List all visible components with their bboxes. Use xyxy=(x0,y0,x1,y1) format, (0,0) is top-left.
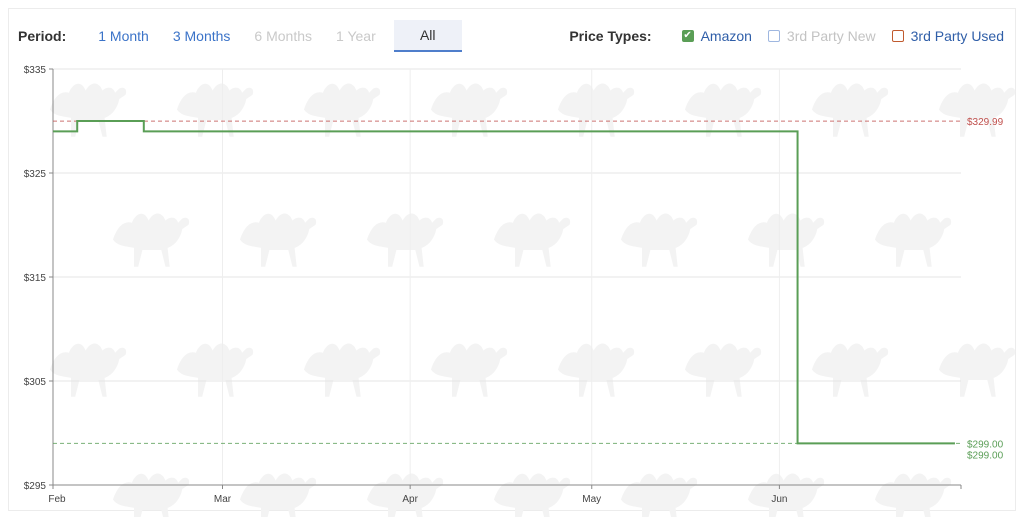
camel-icon xyxy=(939,83,1016,137)
camel-icon xyxy=(558,83,635,137)
camel-icon xyxy=(812,83,889,137)
period-1-month[interactable]: 1 Month xyxy=(86,21,161,51)
period-label: Period: xyxy=(18,28,67,44)
reference-line-label: $299.00 xyxy=(967,439,1004,450)
camel-icon xyxy=(50,83,127,137)
camel-watermark xyxy=(50,83,1016,517)
camel-icon xyxy=(113,213,190,267)
amazon-label: Amazon xyxy=(700,28,752,44)
price-types-selector: Price Types: ✔ Amazon 3rd Party New 3rd … xyxy=(569,20,1004,52)
period-3-months[interactable]: 3 Months xyxy=(161,21,243,51)
3rd-party-new-label: 3rd Party New xyxy=(786,28,876,44)
camel-icon xyxy=(875,213,952,267)
camel-icon xyxy=(113,473,190,517)
y-tick-label: $315 xyxy=(24,273,47,284)
3rd-party-used-label: 3rd Party Used xyxy=(910,28,1004,44)
camel-icon xyxy=(621,213,698,267)
period-all[interactable]: All xyxy=(393,20,462,52)
x-tick-label: Apr xyxy=(402,494,418,505)
camel-icon xyxy=(621,473,698,517)
reference-lines xyxy=(53,120,961,444)
y-tick-label: $325 xyxy=(24,169,47,180)
camel-icon xyxy=(304,343,381,397)
period-1-year[interactable]: 1 Year xyxy=(324,21,388,51)
chart-toolbar: Period: 1 Month 3 Months 6 Months 1 Year… xyxy=(18,20,1008,52)
3rd-party-new-checkbox[interactable] xyxy=(767,30,780,42)
x-tick-label: Mar xyxy=(214,494,232,505)
amazon-checkbox[interactable]: ✔ xyxy=(681,30,694,42)
camel-icon xyxy=(431,343,508,397)
y-tick-label: $335 xyxy=(24,65,47,76)
camel-icon xyxy=(304,83,381,137)
camel-icon xyxy=(685,83,762,137)
price-type-amazon[interactable]: ✔ Amazon xyxy=(681,28,752,44)
camel-icon xyxy=(177,343,254,397)
camel-icon xyxy=(50,343,127,397)
y-tick-label: $295 xyxy=(24,481,47,492)
camel-icon xyxy=(939,343,1016,397)
price-type-3rd-party-used[interactable]: 3rd Party Used xyxy=(891,28,1004,44)
reference-line-label: $329.99 xyxy=(967,117,1004,128)
camel-icon xyxy=(748,213,825,267)
camel-icon xyxy=(812,343,889,397)
camel-icon xyxy=(494,213,571,267)
price-types-label: Price Types: xyxy=(569,28,652,44)
price-history-chart: $295 $305 $315 $325 $335 Feb Mar Apr May Jun $329.… xyxy=(24,65,1016,517)
current-price-label: $299.00 xyxy=(967,450,1004,461)
camel-icon xyxy=(431,83,508,137)
camel-icon xyxy=(240,213,317,267)
3rd-party-used-checkbox[interactable] xyxy=(891,30,904,42)
camel-icon xyxy=(685,343,762,397)
camel-icon xyxy=(367,213,444,267)
price-series xyxy=(53,120,955,445)
y-tick-label: $305 xyxy=(24,377,47,388)
camel-icon xyxy=(875,473,952,517)
camel-icon xyxy=(558,343,635,397)
series-line xyxy=(53,120,955,445)
checkmark-icon: ✔ xyxy=(683,30,692,41)
camel-icon xyxy=(494,473,571,517)
x-tick-label: Feb xyxy=(48,494,66,505)
price-type-3rd-party-new[interactable]: 3rd Party New xyxy=(767,28,876,44)
camel-icon xyxy=(177,83,254,137)
camel-icon xyxy=(240,473,317,517)
period-selector: Period: 1 Month 3 Months 6 Months 1 Year… xyxy=(18,20,462,52)
x-tick-label: Jun xyxy=(771,494,787,505)
period-6-months[interactable]: 6 Months xyxy=(242,21,324,51)
x-tick-label: May xyxy=(582,494,601,505)
